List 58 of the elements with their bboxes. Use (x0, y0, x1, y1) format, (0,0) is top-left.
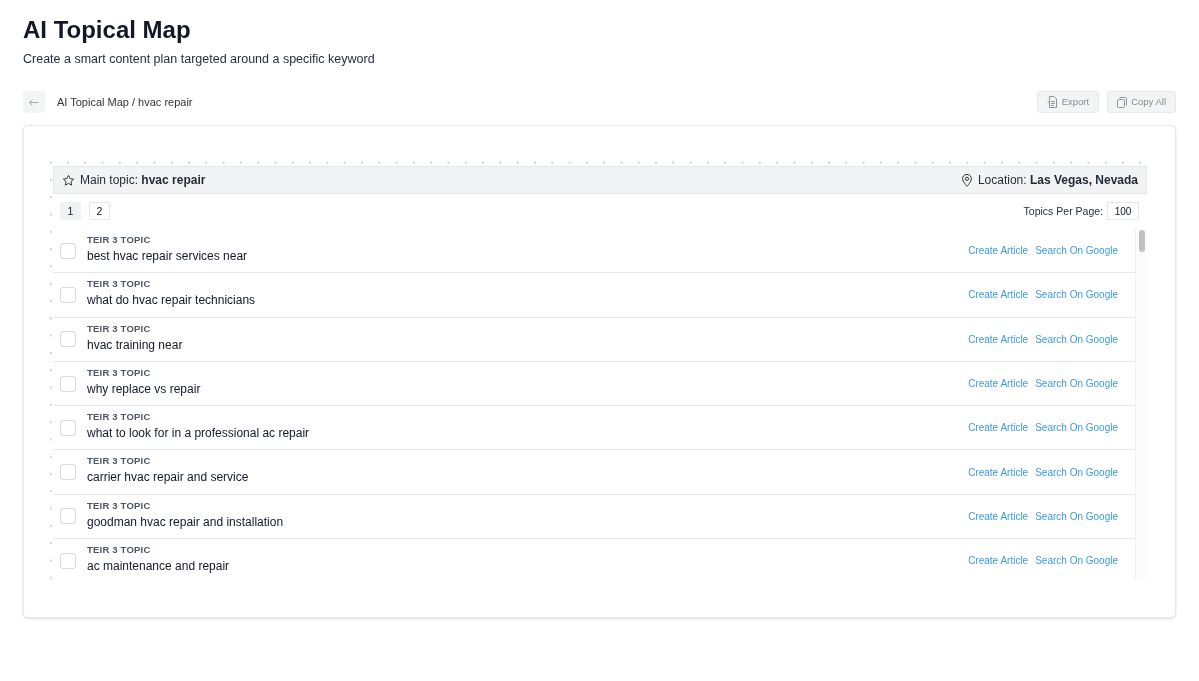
checkbox[interactable] (60, 508, 76, 525)
tier-label: TEIR 3 TOPIC (87, 454, 151, 468)
export-button[interactable]: Export (1036, 91, 1100, 113)
page-title: AI Topical Map (23, 15, 191, 45)
main-topic-text: Main topic: hvac repair (80, 172, 206, 188)
action-link[interactable]: Create Article (968, 288, 1029, 302)
breadcrumb: AI Topical Map / hvac repair (57, 95, 193, 109)
map-pin-icon (961, 173, 972, 187)
topic-title: what do hvac repair technicians (87, 292, 256, 309)
action-link[interactable]: Create Article (968, 554, 1029, 568)
scrollbar-thumb[interactable] (1138, 230, 1145, 252)
action-link[interactable]: Search On Google (1035, 332, 1118, 346)
checkbox[interactable] (60, 286, 76, 303)
action-link[interactable]: Search On Google (1035, 509, 1118, 523)
tier-label: TEIR 3 TOPIC (87, 321, 151, 335)
page-button[interactable]: 1 (60, 202, 81, 220)
copy-icon (1117, 96, 1128, 108)
topic-title: carrier hvac repair and service (87, 469, 249, 486)
action-link[interactable]: Search On Google (1035, 554, 1118, 568)
checkbox[interactable] (60, 464, 76, 481)
star-icon (62, 173, 75, 187)
action-link[interactable]: Search On Google (1035, 465, 1118, 479)
back-button[interactable] (23, 91, 45, 113)
checkbox[interactable] (60, 242, 76, 259)
copy-button[interactable]: Copy All (1107, 91, 1176, 113)
action-link[interactable]: Create Article (968, 377, 1029, 391)
page-button[interactable]: 2 (89, 202, 110, 220)
checkbox[interactable] (60, 375, 76, 392)
tier-label: TEIR 3 TOPIC (87, 543, 151, 557)
topic-title: best hvac repair services near (87, 248, 248, 264)
topic-title: ac maintenance and repair (87, 558, 230, 575)
action-link[interactable]: Create Article (968, 421, 1029, 435)
action-link[interactable]: Search On Google (1035, 288, 1118, 302)
checkbox[interactable] (60, 552, 76, 569)
back-arrow-icon (29, 98, 39, 106)
tier-label: TEIR 3 TOPIC (87, 410, 151, 424)
page-subtitle: Create a smart content plan targeted around a specific keyword (23, 51, 375, 68)
action-link[interactable]: Search On Google (1035, 377, 1118, 391)
tier-label: TEIR 3 TOPIC (87, 365, 151, 379)
checkbox[interactable] (60, 419, 76, 436)
topic-title: hvac training near (87, 336, 183, 353)
action-link[interactable]: Search On Google (1035, 421, 1118, 435)
action-link[interactable]: Create Article (968, 332, 1029, 346)
action-link[interactable]: Create Article (968, 244, 1029, 258)
action-link[interactable]: Create Article (968, 509, 1029, 523)
action-link[interactable]: Search On Google (1035, 244, 1118, 258)
topics-per-page-label: Topics Per Page: (1023, 204, 1103, 218)
action-link[interactable]: Create Article (968, 465, 1029, 479)
tier-label: TEIR 3 TOPIC (87, 277, 151, 291)
document-icon (1046, 96, 1058, 108)
tier-label: TEIR 3 TOPIC (87, 498, 151, 512)
location-text: Location: Las Vegas, Nevada (977, 172, 1138, 188)
topics-per-page-field[interactable]: 100 (1107, 202, 1139, 220)
topic-title: why replace vs repair (87, 380, 201, 397)
tier-label: TEIR 3 TOPIC (87, 233, 151, 246)
checkbox[interactable] (60, 331, 76, 348)
topic-title: what to look for in a professional ac repair (87, 425, 310, 442)
topic-title: goodman hvac repair and installation (87, 513, 284, 530)
